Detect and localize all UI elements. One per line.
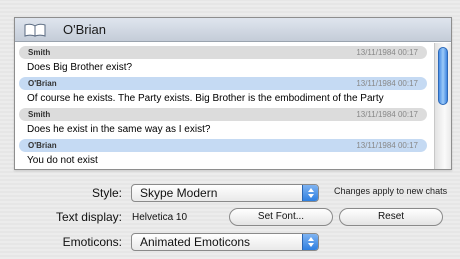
- message-list: Smith 13/11/1984 00:17 Does Big Brother …: [15, 43, 433, 169]
- message-text: Of course he exists. The Party exists. B…: [27, 93, 384, 104]
- emoticons-select[interactable]: Animated Emoticons: [131, 233, 319, 251]
- style-select[interactable]: Skype Modern: [131, 184, 319, 202]
- vertical-scrollbar[interactable]: [434, 43, 451, 169]
- message-timestamp: 13/11/1984 00:17: [356, 141, 418, 150]
- message-text: Does he exist in the same way as I exist…: [27, 124, 211, 135]
- style-note: Changes apply to new chats: [334, 186, 448, 196]
- chat-preview: O'Brian Smith 13/11/1984 00:17 Does Big …: [14, 17, 452, 170]
- text-display-label: Text display:: [55, 210, 122, 224]
- scrollbar-thumb[interactable]: [438, 47, 448, 105]
- message-sender: O'Brian: [28, 79, 57, 88]
- message-header: O'Brian 13/11/1984 00:17: [19, 139, 427, 152]
- message-timestamp: 13/11/1984 00:17: [356, 79, 418, 88]
- emoticons-label: Emoticons:: [62, 235, 122, 249]
- message-text: You do not exist: [27, 155, 98, 166]
- chat-title: O'Brian: [63, 22, 106, 37]
- message-sender: Smith: [28, 48, 51, 57]
- emoticons-select-value: Animated Emoticons: [140, 235, 251, 249]
- message-item: Smith 13/11/1984 00:17 Does Big Brother …: [19, 46, 427, 77]
- updown-arrows-icon: [302, 185, 318, 201]
- text-display-value: Helvetica 10: [132, 212, 188, 223]
- style-select-value: Skype Modern: [140, 186, 218, 200]
- updown-arrows-icon: [302, 234, 318, 250]
- book-icon: [23, 22, 49, 38]
- message-sender: Smith: [28, 110, 51, 119]
- message-header: Smith 13/11/1984 00:17: [19, 108, 427, 121]
- chat-header: O'Brian: [15, 18, 451, 42]
- reset-button[interactable]: Reset: [339, 208, 443, 226]
- message-item: Smith 13/11/1984 00:17 Does he exist in …: [19, 108, 427, 139]
- message-sender: O'Brian: [28, 141, 57, 150]
- message-timestamp: 13/11/1984 00:17: [356, 48, 418, 57]
- message-text: Does Big Brother exist?: [27, 62, 133, 73]
- set-font-button[interactable]: Set Font...: [229, 208, 333, 226]
- message-item: O'Brian 13/11/1984 00:17 Of course he ex…: [19, 77, 427, 108]
- message-header: O'Brian 13/11/1984 00:17: [19, 77, 427, 90]
- message-header: Smith 13/11/1984 00:17: [19, 46, 427, 59]
- message-timestamp: 13/11/1984 00:17: [356, 110, 418, 119]
- message-item: O'Brian 13/11/1984 00:17 You do not exis…: [19, 139, 427, 169]
- style-label: Style:: [91, 186, 122, 200]
